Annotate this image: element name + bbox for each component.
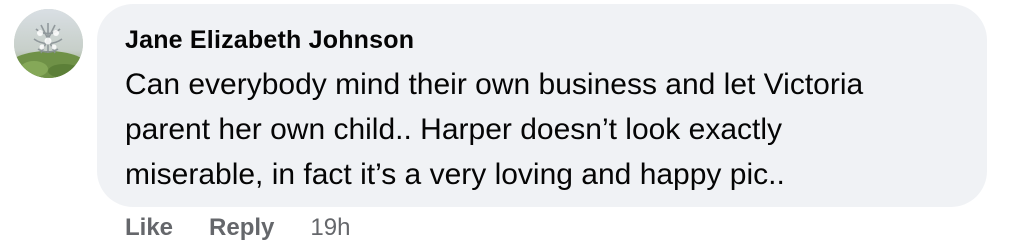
- comment-text: Can everybody mind their own business an…: [125, 62, 975, 197]
- comment-bubble: Jane Elizabeth Johnson Can everybody min…: [97, 4, 987, 207]
- avatar-image: [14, 9, 83, 78]
- comment-text-line: parent her own child.. Harper doesn’t lo…: [125, 113, 783, 146]
- comment-author[interactable]: Jane Elizabeth Johnson: [125, 26, 414, 55]
- comment-text-line: miserable, in fact it’s a very loving an…: [125, 158, 785, 191]
- comment-timestamp[interactable]: 19h: [310, 214, 350, 242]
- reply-button[interactable]: Reply: [209, 214, 274, 242]
- comment: Jane Elizabeth Johnson Can everybody min…: [0, 0, 1024, 250]
- avatar[interactable]: [14, 9, 83, 78]
- comment-actions: Like Reply 19h: [125, 211, 350, 245]
- comment-text-line: Can everybody mind their own business an…: [125, 68, 864, 101]
- like-button[interactable]: Like: [125, 214, 173, 242]
